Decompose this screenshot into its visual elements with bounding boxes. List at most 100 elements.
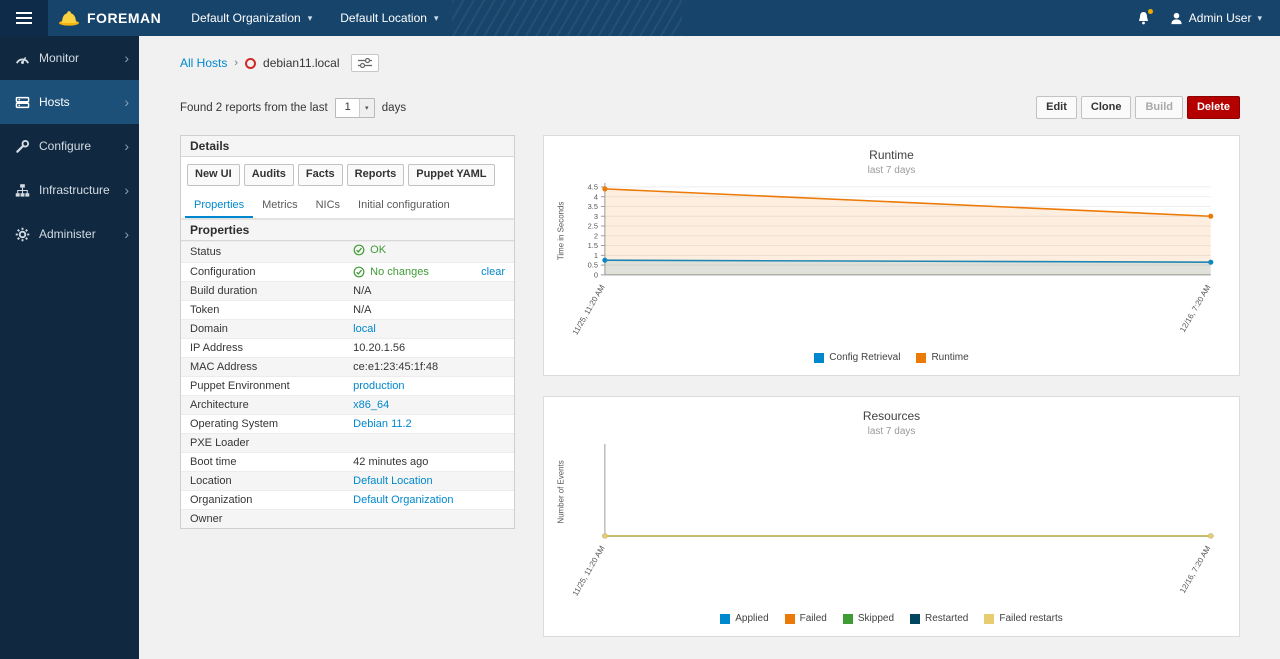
legend-item[interactable]: Restarted (910, 613, 968, 624)
notification-indicator (1148, 9, 1153, 14)
sidebar-item-label: Configure (39, 139, 91, 153)
user-menu-label: Admin User (1189, 11, 1252, 25)
tab-nics[interactable]: NICs (307, 193, 349, 218)
sidebar-item-infrastructure[interactable]: Infrastructure › (0, 168, 139, 212)
details-panel-title: Details (181, 136, 514, 157)
tab-properties[interactable]: Properties (185, 193, 253, 218)
check-circle-icon (353, 244, 365, 256)
property-value: ce:e1:23:45:1f:48 (353, 361, 438, 373)
sidebar-item-hosts[interactable]: Hosts › (0, 80, 139, 124)
chevron-down-icon: ▾ (308, 13, 313, 24)
legend-item[interactable]: Failed (785, 613, 827, 624)
chevron-right-icon: › (124, 183, 129, 197)
chevron-down-icon: ▾ (434, 13, 439, 24)
sidebar-item-administer[interactable]: Administer › (0, 212, 139, 256)
audits-button[interactable]: Audits (244, 164, 294, 185)
property-label: MAC Address (181, 357, 344, 376)
property-label: Status (181, 241, 344, 262)
chart-title: Resources (548, 409, 1235, 423)
topbar-decorative-pattern (452, 0, 682, 36)
clone-button[interactable]: Clone (1081, 96, 1132, 119)
property-value-cell: 42 minutes ago (344, 452, 514, 471)
property-value-cell: No changes clear (344, 262, 514, 281)
runtime-chart-card: Runtime last 7 days 00.511.522.533.544.5… (543, 135, 1240, 376)
breadcrumb-all-hosts-link[interactable]: All Hosts (180, 56, 227, 70)
chevron-right-icon: › (124, 227, 129, 241)
status-text: No changes (370, 266, 429, 278)
properties-table: StatusOKConfigurationNo changesclearBuil… (181, 241, 514, 529)
check-circle-icon (353, 266, 365, 278)
user-menu[interactable]: Admin User ▾ (1162, 0, 1280, 36)
reports-button[interactable]: Reports (347, 164, 405, 185)
svg-text:3: 3 (594, 212, 598, 221)
tab-initial-configuration[interactable]: Initial configuration (349, 193, 459, 218)
delete-button[interactable]: Delete (1187, 96, 1240, 119)
legend-item[interactable]: Skipped (843, 613, 894, 624)
svg-text:1.5: 1.5 (588, 242, 598, 251)
details-tabs: Properties Metrics NICs Initial configur… (181, 193, 514, 219)
property-value: 42 minutes ago (353, 456, 428, 468)
property-link[interactable]: x86_64 (353, 399, 389, 411)
property-link[interactable]: Default Location (353, 475, 433, 487)
days-select[interactable]: 1 ▾ (335, 98, 375, 118)
organization-selector[interactable]: Default Organization ▾ (177, 0, 326, 36)
svg-text:4.5: 4.5 (588, 183, 598, 192)
property-link[interactable]: production (353, 380, 404, 392)
facts-button[interactable]: Facts (298, 164, 343, 185)
tab-metrics[interactable]: Metrics (253, 193, 306, 218)
property-label: PXE Loader (181, 433, 344, 452)
clear-link[interactable]: clear (481, 266, 505, 278)
menu-toggle-button[interactable] (0, 0, 48, 36)
legend-item[interactable]: Runtime (916, 352, 968, 363)
sidebar-item-monitor[interactable]: Monitor › (0, 36, 139, 80)
runtime-chart: 00.511.522.533.544.511/25, 11:20 AM12/16… (548, 180, 1235, 350)
ui-switcher-button[interactable] (351, 54, 379, 72)
puppet-yaml-button[interactable]: Puppet YAML (408, 164, 494, 185)
svg-text:12/16, 7:20 AM: 12/16, 7:20 AM (1178, 545, 1212, 595)
main-content: All Hosts › debian11.local Found 2 repor… (139, 36, 1280, 637)
legend-item[interactable]: Failed restarts (984, 613, 1062, 624)
property-row: ConfigurationNo changesclear (181, 262, 514, 281)
notifications-button[interactable] (1125, 0, 1162, 36)
status-text: OK (370, 244, 386, 256)
property-label: Boot time (181, 452, 344, 471)
legend-swatch (910, 614, 920, 624)
wrench-icon (15, 139, 30, 154)
property-value-cell: x86_64 (344, 395, 514, 414)
svg-text:0: 0 (594, 271, 598, 280)
details-buttons: New UI Audits Facts Reports Puppet YAML (181, 157, 514, 192)
property-value-cell: OK (344, 241, 514, 262)
svg-text:Time in Seconds: Time in Seconds (556, 202, 565, 261)
legend-label: Skipped (858, 613, 894, 624)
sidebar-item-configure[interactable]: Configure › (0, 124, 139, 168)
property-link[interactable]: local (353, 323, 376, 335)
property-link[interactable]: Default Organization (353, 494, 453, 506)
property-label: Token (181, 300, 344, 319)
property-label: Domain (181, 319, 344, 338)
property-row: Token N/A (181, 300, 514, 319)
property-value: N/A (353, 304, 371, 316)
foreman-logo[interactable]: FOREMAN (48, 10, 177, 26)
property-label: Location (181, 471, 344, 490)
chart-subtitle: last 7 days (548, 165, 1235, 176)
brand-text: FOREMAN (87, 10, 161, 26)
property-value: N/A (353, 285, 371, 297)
build-button: Build (1135, 96, 1183, 119)
breadcrumb-separator: › (234, 57, 238, 69)
legend-item[interactable]: Config Retrieval (814, 352, 900, 363)
chevron-right-icon: › (124, 51, 129, 65)
property-row: OrganizationDefault Organization (181, 490, 514, 509)
svg-text:1: 1 (594, 251, 598, 260)
legend-item[interactable]: Applied (720, 613, 768, 624)
property-label: Owner (181, 509, 344, 528)
property-value-cell: local (344, 319, 514, 338)
property-value-cell: Default Organization (344, 490, 514, 509)
edit-button[interactable]: Edit (1036, 96, 1077, 119)
svg-text:2: 2 (594, 232, 598, 241)
new-ui-button[interactable]: New UI (187, 164, 240, 185)
sidebar-item-label: Hosts (39, 95, 70, 109)
gear-icon (15, 227, 30, 242)
property-value-cell: N/A (344, 281, 514, 300)
location-selector[interactable]: Default Location ▾ (326, 0, 452, 36)
property-link[interactable]: Debian 11.2 (353, 418, 412, 430)
